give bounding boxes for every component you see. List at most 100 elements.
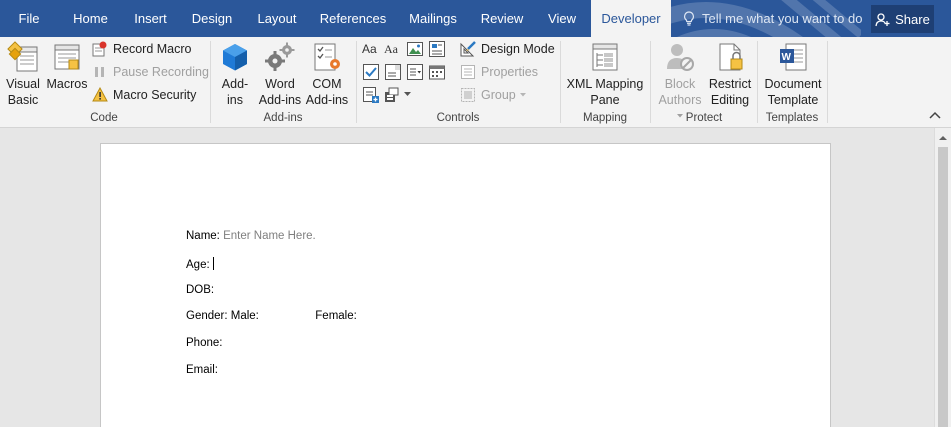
building-block-gallery-icon[interactable] — [428, 40, 446, 58]
person-add-icon — [875, 12, 890, 26]
document-page[interactable]: Name: Enter Name Here. Age: DOB: Gender:… — [100, 143, 831, 427]
visual-basic-icon — [7, 41, 38, 72]
visual-basic-label-1: Visual — [6, 77, 40, 91]
tab-review[interactable]: Review — [476, 0, 528, 37]
share-label: Share — [895, 11, 930, 27]
addins-label-2: ins — [227, 93, 243, 107]
macro-security-label: Macro Security — [113, 88, 197, 102]
com-addins-button[interactable]: COM Add-ins — [305, 41, 349, 108]
chevron-down-icon — [519, 93, 526, 97]
gears-icon — [265, 42, 295, 71]
document-template-button[interactable]: W Document Template — [762, 41, 824, 108]
document-template-label-2: Template — [767, 93, 819, 107]
pause-recording-button: Pause Recording — [92, 62, 209, 82]
group-separator — [827, 41, 828, 123]
warning-icon — [92, 87, 108, 102]
tab-insert[interactable]: Insert — [126, 0, 175, 37]
design-mode-icon — [460, 41, 476, 57]
xml-mapping-label-1: XML Mapping — [566, 77, 644, 91]
com-addins-label-2: Add-ins — [305, 93, 349, 107]
tab-view[interactable]: View — [540, 0, 584, 37]
tell-me-search[interactable]: Tell me what you want to do — [683, 0, 862, 37]
mapping-group-label: Mapping — [582, 112, 628, 124]
design-mode-button[interactable]: Design Mode — [460, 39, 555, 59]
addins-button[interactable]: Add- ins — [216, 41, 254, 108]
tab-mailings[interactable]: Mailings — [402, 0, 464, 37]
checkbox-content-control-icon[interactable] — [362, 63, 380, 81]
picture-content-control-icon[interactable] — [406, 40, 424, 58]
com-addins-icon — [314, 43, 340, 71]
controls-group-label: Controls — [436, 112, 480, 124]
visual-basic-label-2: Basic — [7, 93, 39, 107]
templates-group-label: Templates — [765, 112, 819, 124]
text-caret — [212, 257, 214, 270]
word-addins-button[interactable]: Word Add-ins — [256, 41, 304, 108]
xml-mapping-pane-button[interactable]: XML Mapping Pane — [563, 41, 647, 108]
tab-layout[interactable]: Layout — [250, 0, 304, 37]
plain-text-content-control-icon[interactable]: Aa — [384, 40, 402, 58]
combo-box-content-control-icon[interactable] — [384, 63, 402, 81]
ribbon-tab-bar: File Home Insert Design Layout Reference… — [0, 0, 951, 37]
svg-text:Aa: Aa — [362, 42, 377, 56]
group-separator — [650, 41, 651, 123]
tab-references[interactable]: References — [316, 0, 390, 37]
scrollbar-thumb[interactable] — [938, 147, 948, 427]
group-icon — [461, 88, 475, 102]
restrict-editing-label-2: Editing — [710, 93, 750, 107]
macros-icon — [54, 44, 80, 70]
macros-button[interactable]: Macros — [45, 41, 89, 92]
properties-icon — [461, 65, 475, 79]
email-label: Email: — [186, 364, 218, 376]
date-picker-content-control-icon[interactable] — [428, 63, 446, 81]
collapse-ribbon-icon[interactable] — [929, 111, 941, 119]
phone-label: Phone: — [186, 337, 223, 349]
record-macro-button[interactable]: Record Macro — [92, 39, 192, 59]
macros-label: Macros — [46, 77, 88, 91]
document-template-label-1: Document — [764, 77, 822, 91]
name-line: Name: Enter Name Here. — [186, 230, 316, 242]
group-separator — [210, 41, 211, 123]
restrict-editing-label-1: Restrict — [708, 77, 752, 91]
group-button: Group — [460, 85, 531, 105]
macro-security-button[interactable]: Macro Security — [92, 85, 196, 105]
group-label: Group — [481, 88, 516, 102]
dropdown-list-content-control-icon[interactable] — [406, 63, 424, 81]
visual-basic-button[interactable]: Visual Basic — [4, 41, 42, 108]
xml-mapping-icon — [592, 43, 618, 71]
properties-button: Properties — [460, 62, 538, 82]
word-addins-label-2: Add-ins — [258, 93, 302, 107]
gender-line: Gender: Male: Female: — [186, 310, 357, 322]
name-placeholder[interactable]: Enter Name Here. — [223, 230, 316, 242]
scroll-up-arrow-icon[interactable] — [935, 131, 951, 145]
addins-group-label: Add-ins — [263, 112, 303, 124]
com-addins-label-1: COM — [312, 77, 342, 91]
tab-design[interactable]: Design — [186, 0, 238, 37]
group-separator — [757, 41, 758, 123]
tell-me-text: Tell me what you want to do — [702, 11, 863, 26]
name-label: Name: — [186, 230, 220, 242]
block-authors-icon — [667, 44, 694, 71]
group-separator — [560, 41, 561, 123]
addins-icon — [223, 44, 247, 71]
age-line: Age: — [186, 257, 214, 271]
female-label: Female: — [315, 310, 357, 322]
repeating-section-content-control-icon[interactable] — [362, 86, 380, 104]
share-button[interactable]: Share — [871, 5, 934, 33]
rich-text-content-control-icon[interactable]: Aa — [362, 40, 380, 58]
age-label: Age: — [186, 259, 210, 271]
addins-label-1: Add- — [221, 77, 249, 91]
restrict-editing-button[interactable]: Restrict Editing — [707, 41, 753, 108]
tab-file[interactable]: File — [10, 0, 48, 37]
legacy-tools-icon[interactable] — [384, 86, 402, 104]
vertical-scrollbar[interactable] — [934, 128, 951, 427]
developer-ribbon: Visual Basic Macros Record Macro Pause R… — [0, 37, 951, 128]
dob-line: DOB: — [186, 284, 214, 296]
email-line: Email: — [186, 364, 218, 376]
svg-text:Aa: Aa — [384, 42, 399, 56]
legacy-tools-dropdown-icon[interactable] — [404, 92, 411, 97]
tab-developer[interactable]: Developer — [591, 0, 671, 37]
restrict-editing-icon — [719, 43, 743, 71]
design-mode-label: Design Mode — [481, 42, 555, 56]
document-area: Name: Enter Name Here. Age: DOB: Gender:… — [0, 128, 934, 427]
tab-home[interactable]: Home — [66, 0, 115, 37]
